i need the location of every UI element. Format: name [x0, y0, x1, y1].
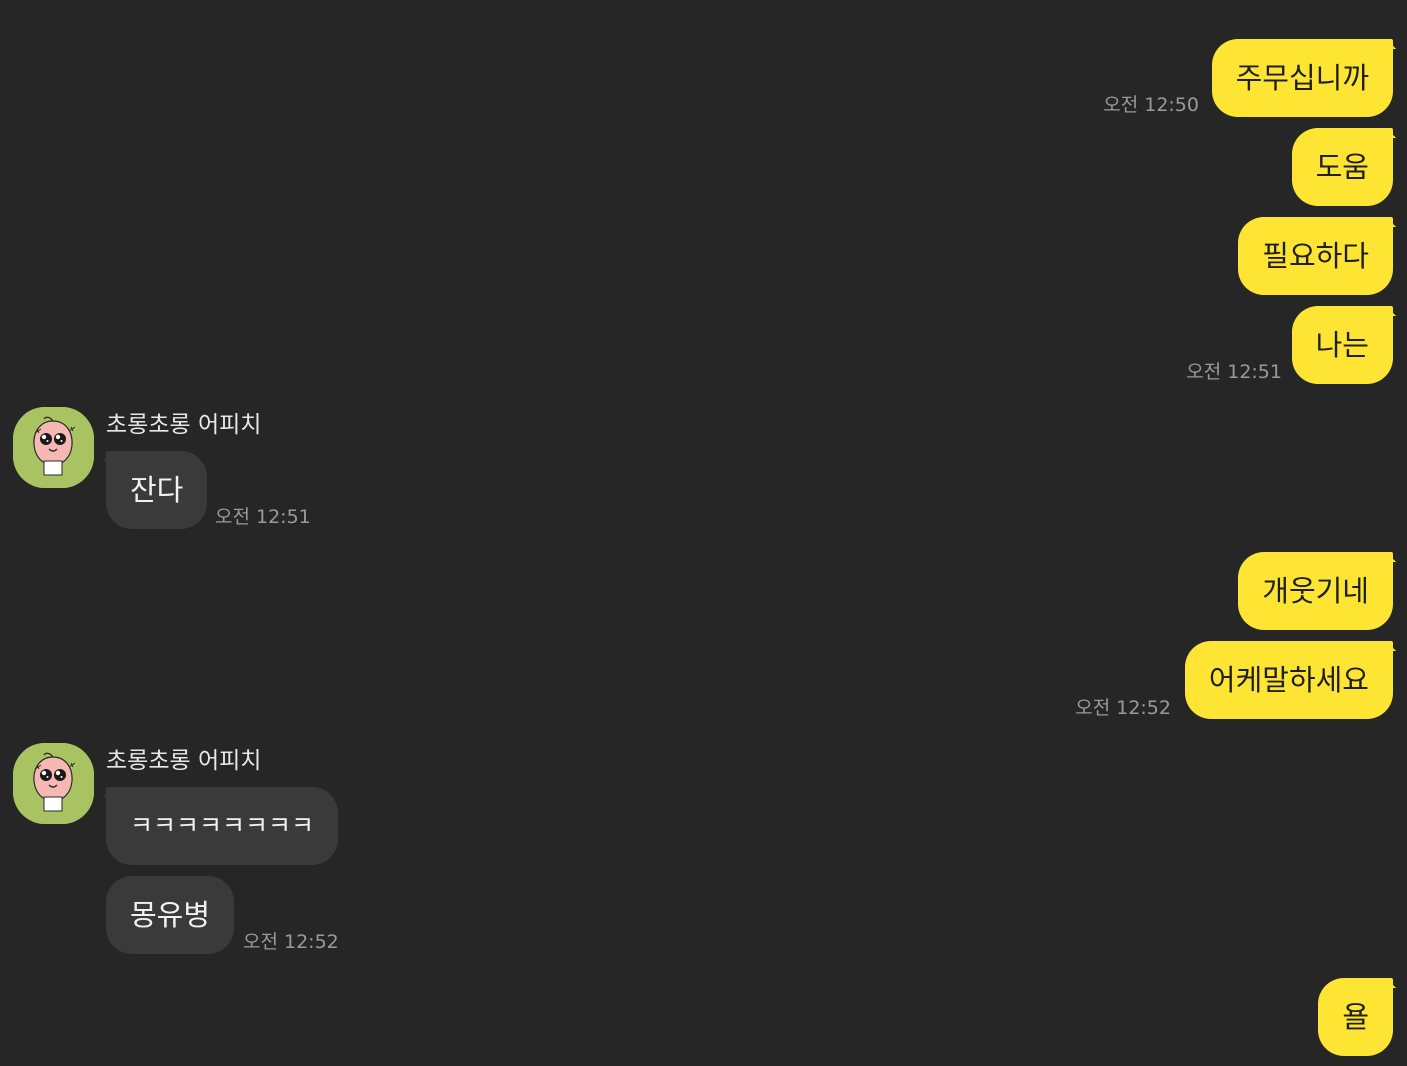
- outgoing-message-bubble[interactable]: 나는: [1291, 306, 1393, 384]
- message-text: 필요하다: [1262, 239, 1369, 273]
- apeach-avatar-icon[interactable]: [13, 407, 94, 488]
- outgoing-message-bubble[interactable]: 욜: [1318, 978, 1393, 1056]
- message-text: 욜: [1342, 1000, 1369, 1034]
- apeach-avatar-icon[interactable]: [13, 743, 94, 824]
- message-text: 개웃기네: [1262, 574, 1369, 608]
- outgoing-message-bubble[interactable]: 도움: [1291, 128, 1393, 206]
- sender-name: 초롱초롱 어피치: [106, 412, 262, 438]
- incoming-message-bubble[interactable]: 몽유병: [106, 876, 235, 954]
- message-timestamp: 오전 12:52: [243, 931, 339, 953]
- chat-message-list[interactable]: 주무십니까 오전 12:50 도움 필요하다 나는 오전 12:51 초롱초롱 …: [0, 0, 1407, 1066]
- message-timestamp: 오전 12:51: [1186, 361, 1282, 383]
- message-timestamp: 오전 12:50: [1103, 94, 1199, 116]
- message-timestamp: 오전 12:52: [1075, 697, 1171, 719]
- message-text: ㅋㅋㅋㅋㅋㅋㅋㅋ: [130, 811, 315, 840]
- message-text: 주무십니까: [1235, 61, 1369, 95]
- message-text: 나는: [1315, 328, 1369, 362]
- message-text: 도움: [1315, 150, 1369, 184]
- message-text: 어케말하세요: [1208, 663, 1369, 697]
- outgoing-message-bubble[interactable]: 어케말하세요: [1184, 641, 1393, 719]
- sender-name: 초롱초롱 어피치: [106, 748, 262, 774]
- outgoing-message-bubble[interactable]: 주무십니까: [1211, 39, 1393, 117]
- incoming-message-bubble[interactable]: ㅋㅋㅋㅋㅋㅋㅋㅋ: [106, 787, 339, 865]
- outgoing-message-bubble[interactable]: 개웃기네: [1238, 552, 1393, 630]
- message-text: 잔다: [130, 473, 184, 507]
- message-text: 몽유병: [130, 898, 211, 932]
- outgoing-message-bubble[interactable]: 필요하다: [1238, 217, 1393, 295]
- message-timestamp: 오전 12:51: [215, 506, 311, 528]
- incoming-message-bubble[interactable]: 잔다: [106, 451, 208, 529]
